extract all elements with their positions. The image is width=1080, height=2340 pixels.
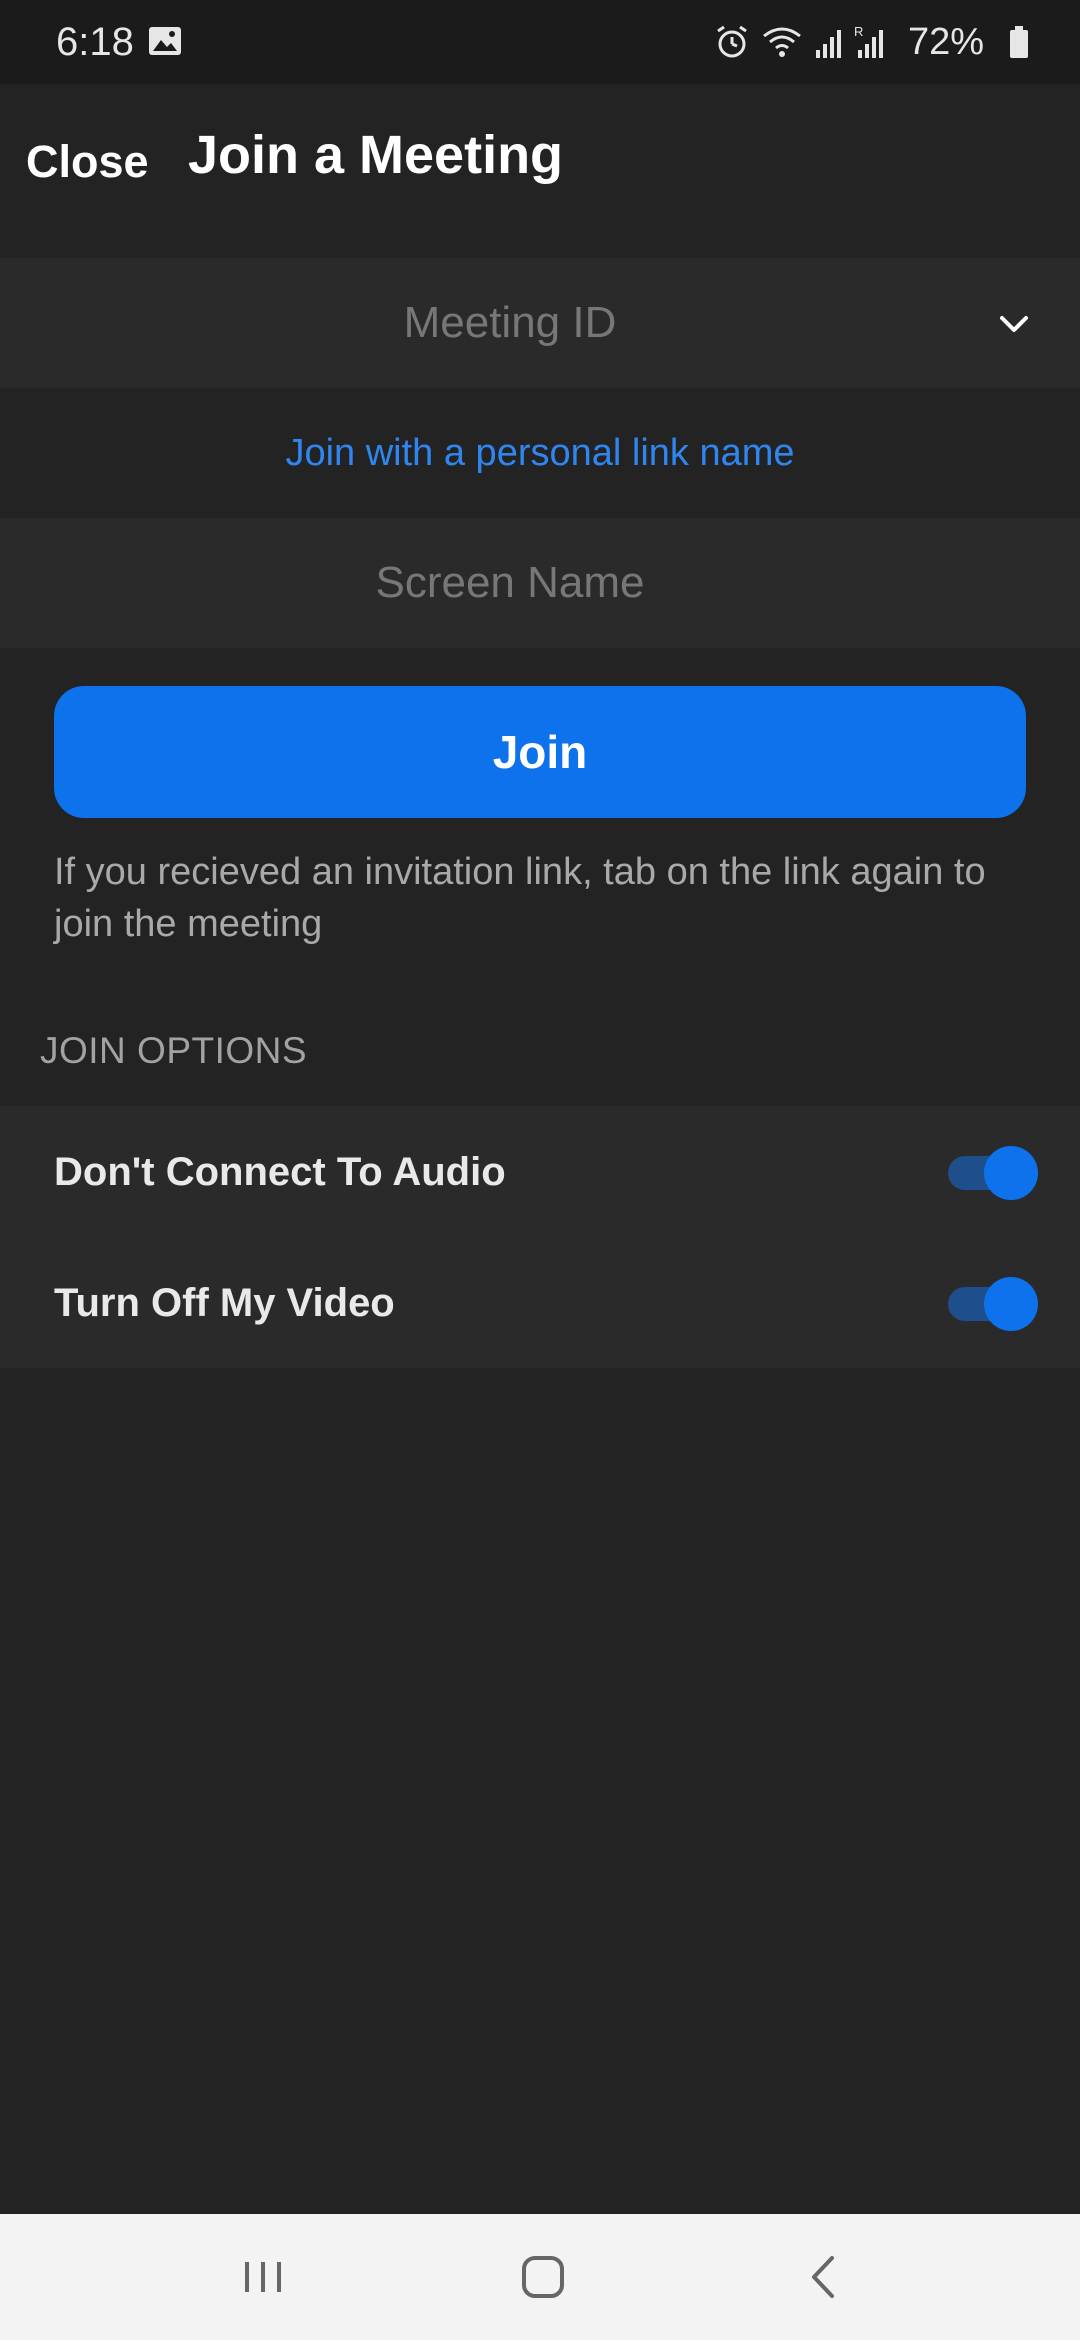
- status-icons: R 72%: [704, 18, 1030, 66]
- toggle-thumb: [984, 1277, 1038, 1331]
- battery-icon: [1010, 26, 1028, 58]
- turn-off-video-toggle[interactable]: [944, 1275, 1040, 1331]
- join-options-list: Don't Connect To Audio Turn Off My Video: [0, 1106, 1080, 1368]
- screen-name-row: [0, 518, 1080, 648]
- meeting-id-row: [0, 258, 1080, 388]
- gallery-icon: [149, 27, 181, 55]
- option-turn-off-video: Turn Off My Video: [0, 1237, 1080, 1368]
- screen-name-input[interactable]: [0, 518, 1080, 648]
- alarm-icon: [717, 25, 747, 58]
- dont-connect-audio-toggle[interactable]: [944, 1144, 1040, 1200]
- close-button[interactable]: Close: [26, 136, 149, 188]
- option-label: Don't Connect To Audio: [54, 1150, 506, 1194]
- system-nav-bar: [0, 2214, 1080, 2340]
- meeting-id-input[interactable]: [0, 258, 1080, 388]
- back-icon[interactable]: [790, 2244, 856, 2310]
- header: Close Join a Meeting: [0, 84, 1080, 258]
- battery-percent: 72%: [907, 20, 984, 63]
- page-title: Join a Meeting: [188, 125, 564, 185]
- recent-apps-icon[interactable]: [230, 2244, 296, 2310]
- wifi-icon: [763, 27, 801, 57]
- signal-icon: [815, 30, 841, 58]
- option-label: Turn Off My Video: [54, 1281, 395, 1325]
- join-button[interactable]: Join: [54, 686, 1026, 818]
- svg-text:R: R: [854, 24, 863, 39]
- option-dont-connect-audio: Don't Connect To Audio: [0, 1106, 1080, 1237]
- toggle-thumb: [984, 1146, 1038, 1200]
- chevron-down-icon[interactable]: [994, 304, 1034, 344]
- status-bar: 6:18 R 72%: [0, 0, 1080, 84]
- personal-link-name-link[interactable]: Join with a personal link name: [0, 388, 1080, 518]
- signal-roaming-icon: R: [854, 24, 883, 58]
- invitation-help-text: If you recieved an invitation link, tab …: [54, 851, 986, 945]
- home-icon[interactable]: [510, 2244, 576, 2310]
- status-time: 6:18: [56, 20, 134, 64]
- join-options-label: JOIN OPTIONS: [40, 1030, 308, 1071]
